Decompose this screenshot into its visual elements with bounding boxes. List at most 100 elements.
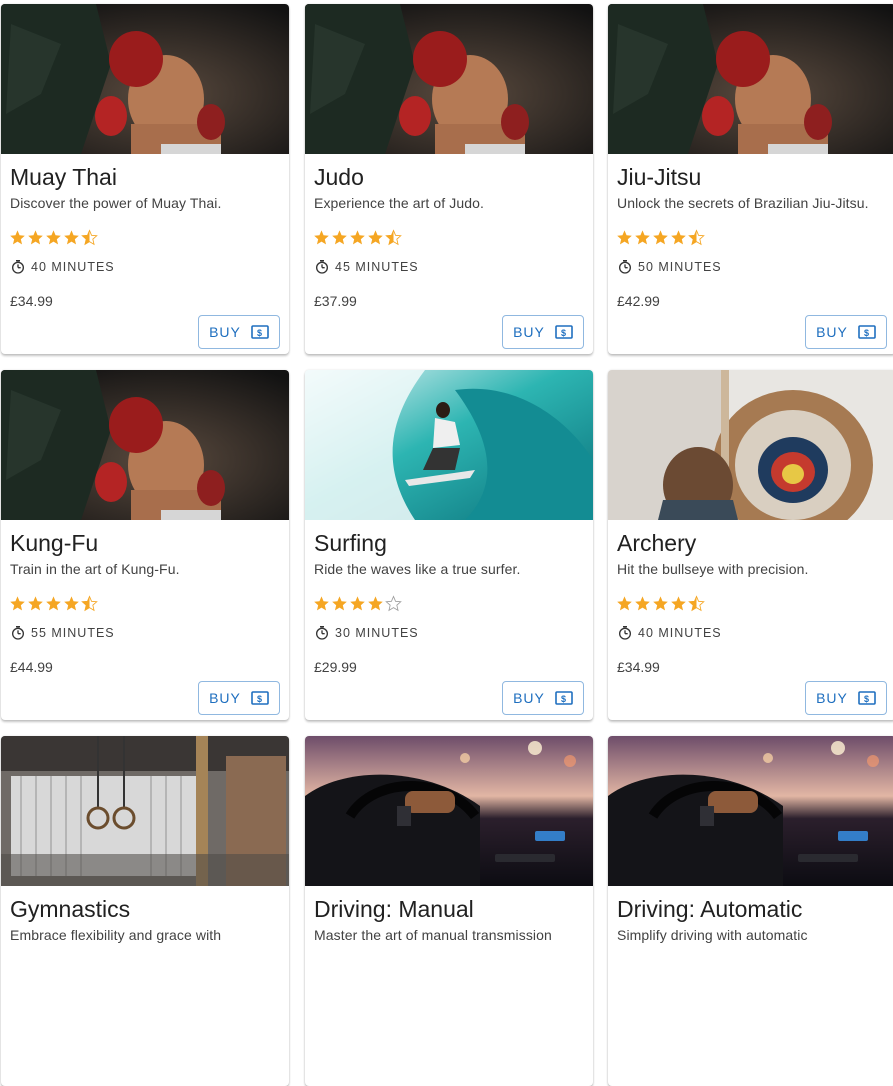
buy-button[interactable]: BUY $ — [805, 681, 887, 715]
buy-label: BUY — [816, 690, 848, 706]
cash-icon: $ — [555, 691, 573, 705]
svg-text:$: $ — [257, 694, 263, 704]
rating-stars — [313, 595, 402, 612]
star-icon — [349, 595, 366, 612]
star-icon — [652, 229, 669, 246]
svg-text:$: $ — [257, 328, 263, 338]
rating-stars — [616, 229, 705, 246]
buy-button[interactable]: BUY $ — [502, 681, 584, 715]
star-icon — [367, 595, 384, 612]
course-price: £42.99 — [617, 293, 660, 309]
buy-button[interactable]: BUY $ — [502, 315, 584, 349]
course-title: Gymnastics — [10, 896, 131, 922]
buy-button[interactable]: BUY $ — [198, 315, 280, 349]
buy-label: BUY — [209, 324, 241, 340]
course-title: Driving: Manual — [314, 896, 474, 922]
star-icon — [385, 595, 402, 612]
course-card-driving-automatic: Driving: Automatic Simplify driving with… — [608, 736, 893, 1086]
buy-label: BUY — [513, 690, 545, 706]
timer-icon — [617, 625, 633, 641]
buy-button[interactable]: BUY $ — [805, 315, 887, 349]
rating-stars — [9, 229, 98, 246]
star-icon — [616, 595, 633, 612]
star-icon — [81, 229, 98, 246]
rating-stars — [616, 595, 705, 612]
course-price: £34.99 — [10, 293, 53, 309]
course-description: Master the art of manual transmission — [314, 927, 552, 943]
svg-text:$: $ — [561, 328, 567, 338]
duration: 50 MINUTES — [617, 259, 722, 275]
star-icon — [313, 229, 330, 246]
course-image — [608, 736, 893, 886]
cash-icon: $ — [858, 691, 876, 705]
star-icon — [313, 595, 330, 612]
star-icon — [63, 595, 80, 612]
duration-label: 40 MINUTES — [31, 260, 115, 274]
course-image — [608, 4, 893, 154]
timer-icon — [10, 625, 26, 641]
course-card-surfing: Surfing Ride the waves like a true surfe… — [305, 370, 593, 720]
svg-text:$: $ — [864, 694, 870, 704]
course-description: Ride the waves like a true surfer. — [314, 561, 521, 577]
rating-stars — [9, 595, 98, 612]
star-icon — [27, 595, 44, 612]
course-title: Jiu-Jitsu — [617, 164, 702, 190]
duration-label: 30 MINUTES — [335, 626, 419, 640]
course-title: Archery — [617, 530, 697, 556]
svg-text:$: $ — [864, 328, 870, 338]
course-image — [305, 736, 593, 886]
duration: 30 MINUTES — [314, 625, 419, 641]
buy-label: BUY — [513, 324, 545, 340]
course-card-kung-fu: Kung-Fu Train in the art of Kung-Fu. 55 … — [1, 370, 289, 720]
star-icon — [385, 229, 402, 246]
course-description: Hit the bullseye with precision. — [617, 561, 809, 577]
course-card-judo: Judo Experience the art of Judo. 45 MINU… — [305, 4, 593, 354]
star-icon — [634, 229, 651, 246]
star-icon — [45, 595, 62, 612]
course-price: £34.99 — [617, 659, 660, 675]
course-price: £29.99 — [314, 659, 357, 675]
course-image — [1, 370, 289, 520]
course-description: Simplify driving with automatic — [617, 927, 808, 943]
course-image — [1, 4, 289, 154]
timer-icon — [10, 259, 26, 275]
buy-label: BUY — [209, 690, 241, 706]
timer-icon — [617, 259, 633, 275]
star-icon — [634, 595, 651, 612]
duration-label: 50 MINUTES — [638, 260, 722, 274]
star-icon — [331, 229, 348, 246]
duration: 45 MINUTES — [314, 259, 419, 275]
star-icon — [45, 229, 62, 246]
course-card-driving-manual: Driving: Manual Master the art of manual… — [305, 736, 593, 1086]
timer-icon — [314, 625, 330, 641]
course-image — [305, 370, 593, 520]
course-title: Kung-Fu — [10, 530, 99, 556]
duration: 40 MINUTES — [10, 259, 115, 275]
star-icon — [63, 229, 80, 246]
course-description: Discover the power of Muay Thai. — [10, 195, 222, 211]
course-description: Embrace flexibility and grace with — [10, 927, 222, 943]
star-icon — [616, 229, 633, 246]
duration-label: 55 MINUTES — [31, 626, 115, 640]
course-description: Train in the art of Kung-Fu. — [10, 561, 180, 577]
cash-icon: $ — [858, 325, 876, 339]
star-icon — [81, 595, 98, 612]
course-title: Judo — [314, 164, 364, 190]
course-image — [608, 370, 893, 520]
rating-stars — [313, 229, 402, 246]
star-icon — [27, 229, 44, 246]
buy-button[interactable]: BUY $ — [198, 681, 280, 715]
duration: 40 MINUTES — [617, 625, 722, 641]
course-price: £44.99 — [10, 659, 53, 675]
duration-label: 45 MINUTES — [335, 260, 419, 274]
course-title: Surfing — [314, 530, 387, 556]
timer-icon — [314, 259, 330, 275]
buy-label: BUY — [816, 324, 848, 340]
course-description: Unlock the secrets of Brazilian Jiu-Jits… — [617, 195, 869, 211]
svg-text:$: $ — [561, 694, 567, 704]
star-icon — [349, 229, 366, 246]
course-title: Driving: Automatic — [617, 896, 803, 922]
star-icon — [688, 595, 705, 612]
course-image — [1, 736, 289, 886]
cash-icon: $ — [251, 691, 269, 705]
